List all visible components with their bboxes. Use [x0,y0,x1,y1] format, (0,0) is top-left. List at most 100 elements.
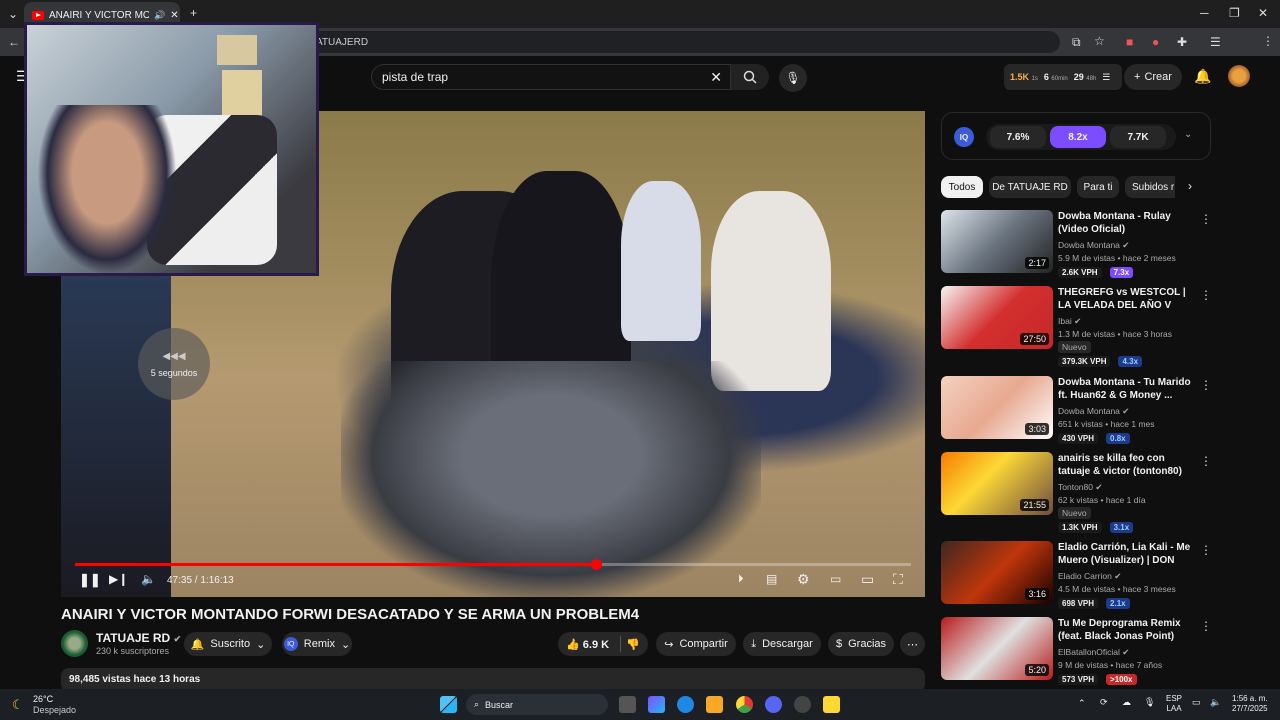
tray-chevron-up-icon[interactable]: ⌃ [1078,698,1086,709]
more-options-icon[interactable]: ⋮ [1200,288,1212,302]
maximize-window-icon[interactable]: ❐ [1229,6,1240,20]
recommendation-item[interactable]: 2:17 Dowba Montana - Rulay (Video Oficia… [941,210,1212,278]
recommendation-item[interactable]: 27:50 THEGREFG vs WESTCOL | LA VELADA DE… [941,286,1212,367]
subtitles-icon[interactable]: ▤ [766,572,777,586]
chevron-right-icon[interactable]: › [1188,179,1192,193]
iq-value-3[interactable]: 7.7K [1110,126,1166,148]
recommendation-channel[interactable]: Eladio Carrion ✔ [1058,571,1121,582]
extension-red-icon[interactable]: ■ [1126,35,1133,49]
recommendation-item[interactable]: 5:20 Tu Me Deprograma Remix (feat. Black… [941,617,1212,685]
dislike-icon[interactable]: 👎 [626,638,640,651]
video-thumbnail[interactable]: 3:16 [941,541,1053,604]
voice-search-button[interactable]: 🎙 [779,64,807,92]
iq-value-1[interactable]: 7.6% [990,126,1046,148]
edge-icon[interactable] [677,696,694,713]
copilot-icon[interactable] [648,696,665,713]
clear-search-icon[interactable]: ✕ [710,69,722,86]
tab-list-icon[interactable]: ⌄ [8,7,18,21]
reading-list-icon[interactable]: ☰ [1210,35,1221,49]
address-bar[interactable]: ATUAJERD [300,31,1060,53]
recommendation-channel[interactable]: Ibai ✔ [1058,316,1081,327]
more-options-icon[interactable]: ⋮ [1200,619,1212,633]
remix-button[interactable]: IQ Remix ⌄ [282,632,352,656]
tray-mic-icon[interactable]: 🎙 [1144,697,1155,708]
pause-icon[interactable]: ❚❚ [79,572,101,588]
cast-icon[interactable]: ⧉ [1072,35,1081,50]
search-input[interactable]: pista de trap ✕ [371,64,731,90]
miniplayer-icon[interactable]: ▭ [830,572,841,586]
channel-avatar[interactable] [61,630,88,657]
progress-bar[interactable] [75,559,911,570]
recommendation-item[interactable]: 3:03 Dowba Montana - Tu Marido ft. Huan6… [941,376,1212,444]
channel-name[interactable]: TATUAJE RD ✔ [96,631,181,645]
task-view-icon[interactable] [619,696,636,713]
recommendation-item[interactable]: 3:16 Eladio Carrión, Lia Kali - Me Muero… [941,541,1212,609]
taskbar-search[interactable]: ⌕ Buscar [466,694,608,715]
filter-chip-channel[interactable]: De TATUAJE RD [989,176,1071,198]
language-indicator[interactable]: ESP LAA [1166,694,1182,714]
tray-sync-icon[interactable]: ⟳ [1100,697,1108,708]
recommendation-channel[interactable]: Tonton80 ✔ [1058,482,1102,493]
thanks-button[interactable]: $ Gracias [828,632,894,656]
download-button[interactable]: ⤓ Descargar [743,632,821,656]
settings-gear-icon[interactable]: ⚙ [797,571,810,588]
chevron-down-icon[interactable]: ⌄ [1184,129,1192,140]
theater-mode-icon[interactable]: ▭ [861,571,874,588]
extensions-puzzle-icon[interactable]: ✚ [1177,35,1187,49]
more-options-icon[interactable]: ⋮ [1200,543,1212,557]
video-thumbnail[interactable]: 3:03 [941,376,1053,439]
volume-icon[interactable]: 🔈 [141,572,156,586]
recommendation-channel[interactable]: Dowba Montana ✔ [1058,406,1129,417]
chrome-icon[interactable] [736,696,753,713]
browser-menu-icon[interactable]: ⋮ [1262,34,1274,48]
close-window-icon[interactable]: ✕ [1258,6,1268,20]
volume-icon[interactable]: 🔈 [1210,697,1221,708]
network-icon[interactable]: ▭ [1192,697,1201,708]
fullscreen-icon[interactable]: ⛶ [893,571,903,588]
recommendation-channel[interactable]: ElBatallonOficial ✔ [1058,647,1129,658]
bookmark-star-icon[interactable]: ☆ [1094,34,1105,48]
recommendation-title[interactable]: Dowba Montana - Tu Marido ft. Huan62 & G… [1058,376,1194,402]
video-thumbnail[interactable]: 2:17 [941,210,1053,273]
clock[interactable]: 1:56 a. m. 27/7/2025 [1232,694,1268,714]
video-thumbnail[interactable]: 27:50 [941,286,1053,349]
filter-chip-todos[interactable]: Todos [941,176,983,198]
new-tab-button[interactable]: + [190,6,197,20]
next-icon[interactable]: ▶❙ [109,572,128,586]
recommendation-channel[interactable]: Dowba Montana ✔ [1058,240,1129,251]
autoplay-toggle-icon[interactable]: ⏵ [738,573,744,586]
recommendation-title[interactable]: Dowba Montana - Rulay (Video Oficial) [1058,210,1194,236]
minimize-window-icon[interactable]: ─ [1200,6,1209,20]
tab-close-icon[interactable]: ✕ [170,10,178,21]
filter-chip-para-ti[interactable]: Para ti [1077,176,1119,198]
search-button[interactable] [731,64,769,90]
notifications-bell-icon[interactable]: 🔔 [1194,68,1211,85]
recommendation-title[interactable]: anairis se killa feo con tatuaje & victo… [1058,452,1194,478]
more-options-icon[interactable]: ⋮ [1200,378,1212,392]
more-actions-button[interactable]: ⋯ [900,632,925,656]
recommendation-title[interactable]: Eladio Carrión, Lia Kali - Me Muero (Vis… [1058,541,1194,567]
recommendation-title[interactable]: Tu Me Deprograma Remix (feat. Black Jona… [1058,617,1194,643]
more-options-icon[interactable]: ⋮ [1200,212,1212,226]
windows-start-icon[interactable] [440,696,457,713]
iq-value-2[interactable]: 8.2x [1050,126,1106,148]
recommendation-title[interactable]: THEGREFG vs WESTCOL | LA VELADA DEL AÑO … [1058,286,1194,312]
video-thumbnail[interactable]: 21:55 [941,452,1053,515]
stats-widget[interactable]: 1.5K 1s 6 60min 29 48h ☰ [1004,64,1122,90]
share-button[interactable]: ↪ Compartir [656,632,736,656]
tab-audio-icon[interactable]: 🔊 [154,10,165,21]
filter-chip-subidos[interactable]: Subidos r [1125,176,1175,198]
video-thumbnail[interactable]: 5:20 [941,617,1053,680]
account-avatar[interactable] [1228,65,1250,87]
tray-cloud-icon[interactable]: ☁ [1122,697,1131,708]
like-button[interactable]: 👍 6.9 K [566,638,609,651]
subscribed-button[interactable]: 🔔 Suscrito ⌄ [184,632,272,656]
extension-record-icon[interactable]: ● [1152,35,1159,49]
discord-icon[interactable] [765,696,782,713]
github-icon[interactable] [794,696,811,713]
create-button[interactable]: + Crear [1124,64,1182,90]
file-explorer-icon[interactable] [706,696,723,713]
more-options-icon[interactable]: ⋮ [1200,454,1212,468]
sticky-notes-icon[interactable] [823,696,840,713]
recommendation-item[interactable]: 21:55 anairis se killa feo con tatuaje &… [941,452,1212,533]
